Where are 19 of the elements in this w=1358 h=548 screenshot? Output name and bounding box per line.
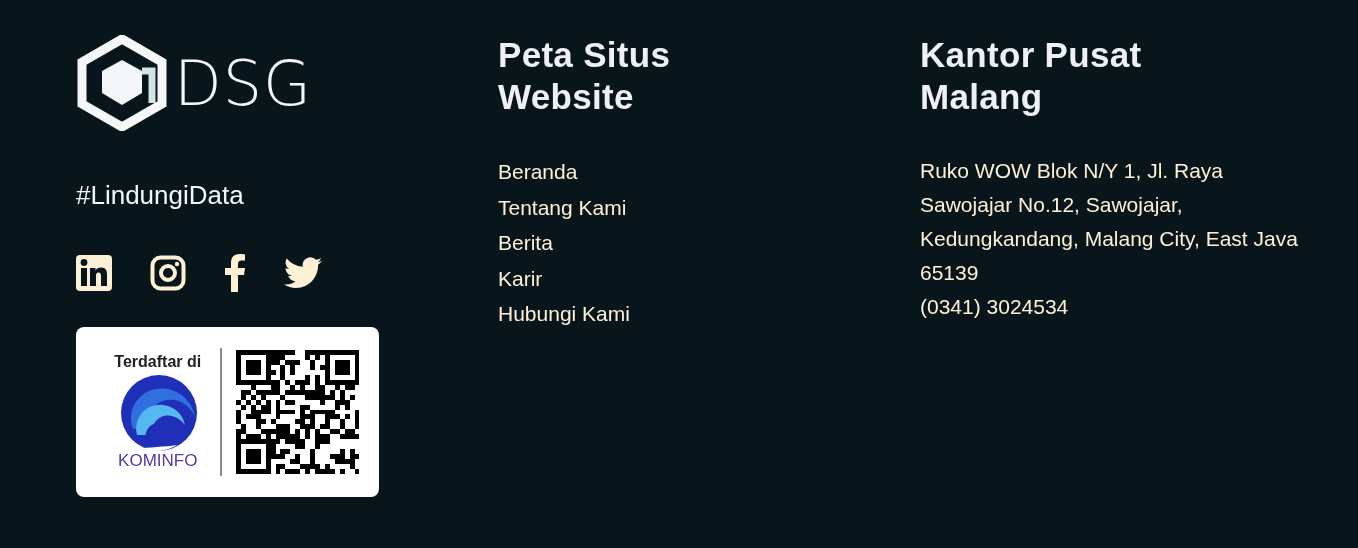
footer-link[interactable]: Tentang Kami — [498, 189, 627, 225]
footer-link[interactable]: Hubungi Kami — [498, 296, 630, 332]
twitter-icon[interactable] — [284, 257, 322, 289]
phone-number: (0341) 3024534 — [920, 294, 1070, 320]
facebook-icon[interactable] — [224, 254, 246, 292]
office-address: Ruko WOW Blok N/Y 1, Jl. Raya Sawojajar No.12, Sawojajar, Kedungkandang, Malang City, East Java 65139 — [920, 158, 1299, 286]
section-heading: Peta Situs Website — [498, 34, 672, 118]
logo-text: DSG — [174, 46, 313, 120]
footer-link[interactable]: Karir — [498, 260, 543, 296]
registration-badge[interactable]: Terdaftar di KOMINFO — [76, 327, 379, 497]
badge-caption: Terdaftar di — [114, 353, 202, 371]
logo-icon — [76, 35, 168, 131]
footer-link[interactable]: Beranda — [498, 154, 578, 190]
section-heading: Kantor Pusat Malang — [920, 34, 1143, 118]
footer-link[interactable]: Berita — [498, 225, 553, 261]
tagline: #LindungiData — [76, 180, 244, 211]
instagram-icon[interactable] — [150, 255, 186, 291]
agency-name: KOMINFO — [118, 451, 198, 471]
linkedin-icon[interactable] — [76, 255, 112, 291]
